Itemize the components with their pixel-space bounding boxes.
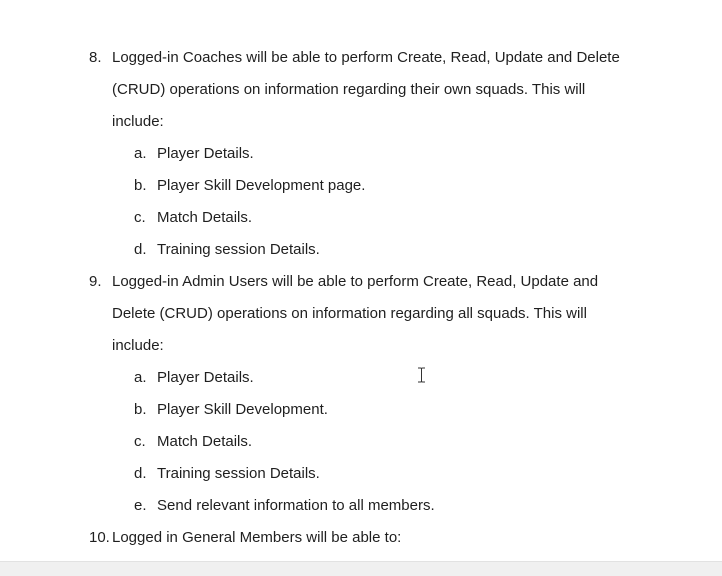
sublist-item-text: Send relevant information to all members…: [157, 497, 435, 514]
sublist-letter: a.: [134, 369, 147, 386]
sublist-letter: c.: [134, 209, 146, 226]
list-item-text: Delete (CRUD) operations on information …: [112, 305, 587, 322]
sublist-letter: b.: [134, 177, 147, 194]
sublist-item-text: Match Details.: [157, 209, 253, 226]
list-item-text: Logged-in Coaches will be able to perfor…: [112, 49, 620, 66]
sublist-letter: c.: [134, 433, 146, 450]
sublist-item-text: Match Details.: [157, 433, 253, 450]
list-item-text: Logged in General Members will be able t…: [112, 529, 402, 546]
sublist-letter: e.: [134, 497, 147, 514]
text-cursor-icon: [418, 367, 425, 383]
list-item-text: include:: [112, 113, 164, 130]
sublist-item-text: Player Skill Development page.: [157, 177, 366, 194]
list-number: 8.: [89, 49, 102, 66]
window-bottom-bar: [0, 561, 722, 576]
list-number: 10.: [89, 529, 110, 546]
sublist-letter: a.: [134, 145, 147, 162]
sublist-letter: d.: [134, 465, 147, 482]
sublist-letter: b.: [134, 401, 147, 418]
sublist-item-text: Training session Details.: [157, 465, 320, 482]
sublist-item-text: Training session Details.: [157, 241, 320, 258]
sublist-letter: d.: [134, 241, 147, 258]
list-item-text: include:: [112, 337, 164, 354]
list-item-text: Logged-in Admin Users will be able to pe…: [112, 273, 599, 290]
sublist-item-text: Player Skill Development.: [157, 401, 328, 418]
list-number: 9.: [89, 273, 102, 290]
sublist-item-text: Player Details.: [157, 369, 254, 386]
list-item-text: (CRUD) operations on information regardi…: [112, 81, 586, 98]
sublist-item-text: Player Details.: [157, 145, 254, 162]
document-page[interactable]: 8. Logged-in Coaches will be able to per…: [0, 0, 722, 561]
